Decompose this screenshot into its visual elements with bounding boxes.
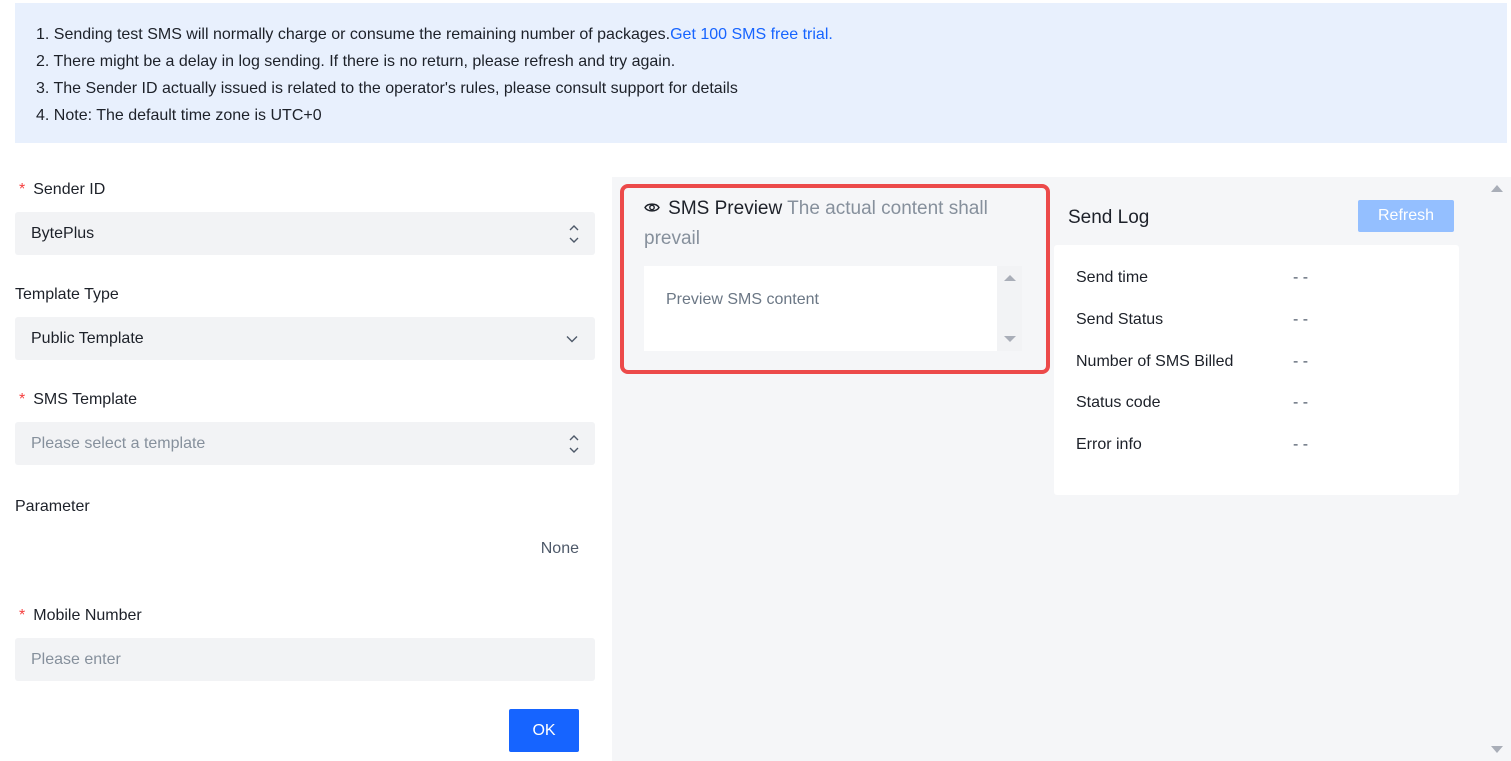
notice-line-2: 2. There might be a delay in log sending…	[36, 53, 676, 70]
notice-line-3: 3. The Sender ID actually issued is rela…	[36, 80, 738, 97]
log-value: - -	[1293, 311, 1309, 328]
preview-content-area: Preview SMS content	[644, 266, 1022, 351]
parameter-label-text: Parameter	[15, 498, 90, 515]
log-label: Send Status	[1076, 311, 1164, 328]
sms-template-select[interactable]: Please select a template	[15, 422, 595, 465]
ok-button[interactable]: OK	[509, 709, 579, 752]
required-mark: *	[19, 391, 26, 408]
log-row-error-info: Error info - -	[1076, 436, 1436, 454]
template-type-value: Public Template	[31, 329, 144, 347]
log-row-send-time: Send time - -	[1076, 269, 1436, 287]
send-log-title: Send Log	[1068, 207, 1150, 228]
mobile-number-label: * Mobile Number	[15, 607, 142, 625]
right-panel: SMS Preview The actual content shall pre…	[612, 177, 1482, 761]
scroll-up-icon[interactable]	[1491, 185, 1503, 192]
scroll-up-icon[interactable]	[1004, 275, 1016, 281]
log-row-send-status: Send Status - -	[1076, 311, 1436, 329]
log-label: Status code	[1076, 394, 1161, 411]
log-label: Error info	[1076, 436, 1142, 453]
template-type-select[interactable]: Public Template	[15, 317, 595, 360]
refresh-button[interactable]: Refresh	[1358, 200, 1454, 232]
chevron-down-icon	[565, 332, 579, 346]
mobile-number-placeholder: Please enter	[31, 650, 121, 668]
required-mark: *	[19, 181, 26, 198]
free-trial-link[interactable]: Get 100 SMS free trial.	[670, 26, 833, 43]
eye-icon	[644, 201, 664, 218]
scroll-down-icon[interactable]	[1004, 336, 1016, 342]
send-log-card: Send time - - Send Status - - Number of SM…	[1054, 245, 1459, 495]
log-row-status-code: Status code - -	[1076, 394, 1436, 412]
log-label: Number of SMS Billed	[1076, 353, 1234, 370]
updown-chevron-icon	[569, 223, 579, 245]
sms-template-label: * SMS Template	[15, 391, 137, 409]
template-type-label-text: Template Type	[15, 286, 119, 303]
notice-line-1-text: 1. Sending test SMS will normally charge…	[36, 26, 671, 43]
sender-id-label-text: Sender ID	[33, 181, 106, 198]
preview-scrollbar[interactable]	[997, 266, 1022, 351]
sms-template-label-text: SMS Template	[33, 391, 137, 408]
log-row-sms-billed: Number of SMS Billed - -	[1076, 353, 1436, 371]
notice-line-1: 1. Sending test SMS will normally charge…	[36, 21, 1507, 48]
sender-id-label: * Sender ID	[15, 181, 105, 199]
required-mark: *	[19, 607, 26, 624]
mobile-number-input[interactable]: Please enter	[15, 638, 595, 681]
sender-id-select[interactable]: BytePlus	[15, 212, 595, 255]
sms-template-placeholder: Please select a template	[31, 434, 206, 452]
notice-line-4: 4. Note: The default time zone is UTC+0	[36, 107, 322, 124]
updown-chevron-icon	[569, 433, 579, 455]
notice-banner: 1. Sending test SMS will normally charge…	[15, 3, 1507, 143]
log-value: - -	[1293, 353, 1309, 370]
page-scrollbar[interactable]	[1482, 177, 1511, 761]
scroll-down-icon[interactable]	[1491, 746, 1503, 753]
preview-placeholder: Preview SMS content	[666, 291, 819, 308]
log-value: - -	[1293, 436, 1309, 453]
parameter-value: None	[540, 540, 579, 557]
preview-title: SMS Preview The actual content shall pre…	[644, 194, 1024, 253]
sender-id-value: BytePlus	[31, 224, 95, 242]
log-label: Send time	[1076, 269, 1149, 286]
log-value: - -	[1293, 394, 1309, 411]
mobile-number-label-text: Mobile Number	[33, 607, 142, 624]
parameter-label: Parameter	[15, 498, 90, 516]
template-type-label: Template Type	[15, 286, 119, 304]
log-value: - -	[1293, 269, 1309, 286]
preview-title-text: SMS Preview	[668, 198, 783, 219]
